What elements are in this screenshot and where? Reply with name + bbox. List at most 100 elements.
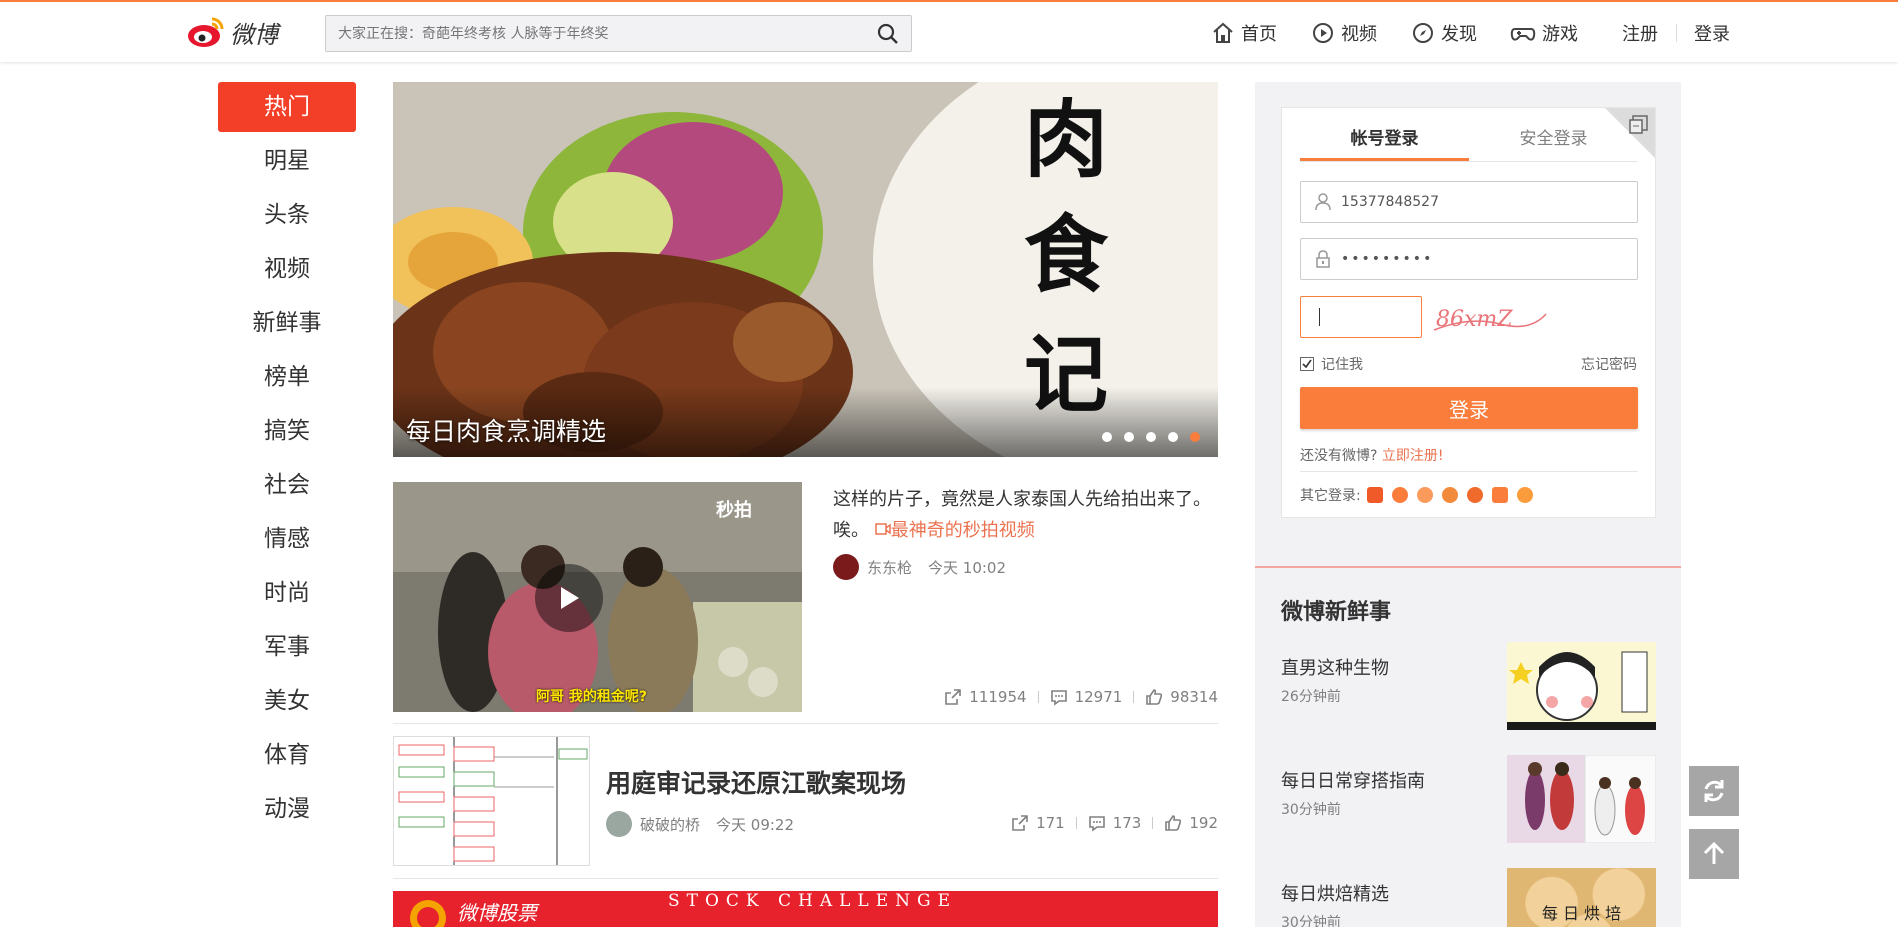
sidebar-item-funny[interactable]: 搞笑 <box>218 406 356 460</box>
carousel-dot-active[interactable] <box>1190 432 1200 442</box>
comment-button[interactable]: 173 <box>1088 814 1141 832</box>
sidebar-item-video[interactable]: 视频 <box>218 244 356 298</box>
video-topic-link-label: 最神奇的秒拍视频 <box>890 520 1035 541</box>
sidebar-item-beauty[interactable]: 美女 <box>218 676 356 730</box>
password-input[interactable] <box>1341 251 1611 267</box>
netease-icon[interactable] <box>1466 487 1483 503</box>
baking-thumb-text: 每 日 烘 培 <box>1541 904 1622 923</box>
sidebar-item-fashion[interactable]: 时尚 <box>218 568 356 622</box>
video-topic-link[interactable]: 最神奇的秒拍视频 <box>874 520 1035 541</box>
hero-caption[interactable]: 每日肉食烹调精选 <box>406 412 606 448</box>
sidebar-item-stars[interactable]: 明星 <box>218 136 356 190</box>
right-panel: 帐号登录 安全登录 86xmZ 记住我 忘记密码 登录 还没有微博? <box>1255 82 1681 927</box>
section-divider <box>1255 566 1681 568</box>
unionpay-icon[interactable] <box>1491 487 1508 503</box>
fresh-item-title[interactable]: 每日日常穿搭指南 <box>1281 767 1425 793</box>
author-name[interactable]: 东东枪 <box>867 557 912 578</box>
fresh-item-title[interactable]: 每日烘焙精选 <box>1281 880 1389 906</box>
fresh-item-time: 30分钟前 <box>1281 802 1341 818</box>
captcha-input[interactable] <box>1300 296 1422 338</box>
username-input[interactable] <box>1341 194 1611 210</box>
fresh-item[interactable]: 每日日常穿搭指南 30分钟前 <box>1281 755 1656 845</box>
comment-count: 12971 <box>1074 688 1123 706</box>
thumbs-up-icon <box>1165 815 1182 831</box>
fresh-item[interactable]: 每日烘焙精选 30分钟前 每 日 烘 培 <box>1281 868 1656 927</box>
nav-home-label: 首页 <box>1241 24 1277 45</box>
outfit-thumbnail[interactable] <box>1507 755 1656 843</box>
video-thumbnail[interactable]: 秒拍 阿哥 我的租金呢? <box>393 482 802 712</box>
comment-button[interactable]: 12971 <box>1050 688 1123 706</box>
like-button[interactable]: 192 <box>1164 814 1218 832</box>
weibo-logo[interactable]: 微博 <box>186 14 278 50</box>
nav-home[interactable]: 首页 <box>1211 18 1277 48</box>
carousel-dot[interactable] <box>1124 432 1134 442</box>
taobao-icon[interactable] <box>1366 487 1383 503</box>
stock-challenge-banner[interactable]: 微博股票 STOCK CHALLENGE <box>393 891 1218 927</box>
fresh-item-title[interactable]: 直男这种生物 <box>1281 654 1389 680</box>
login-link[interactable]: 登录 <box>1694 18 1730 48</box>
tab-account-login[interactable]: 帐号登录 <box>1300 122 1469 161</box>
username-field[interactable] <box>1300 181 1638 223</box>
nav-game[interactable]: 游戏 <box>1510 18 1578 48</box>
forgot-password-link[interactable]: 忘记密码 <box>1581 354 1637 374</box>
back-to-top-button[interactable] <box>1689 829 1739 879</box>
play-icon <box>561 587 579 609</box>
sidebar-item-headlines[interactable]: 头条 <box>218 190 356 244</box>
360-icon[interactable] <box>1441 487 1458 503</box>
play-button[interactable] <box>535 564 603 632</box>
like-button[interactable]: 98314 <box>1145 688 1218 706</box>
stat-divider <box>1133 691 1135 703</box>
search-box[interactable] <box>325 15 912 52</box>
top-navigation-bar: 微博 首页 视频 发现 游戏 注册 登录 <box>0 0 1898 62</box>
text-caret <box>1319 308 1320 326</box>
tianyi-icon[interactable] <box>1416 487 1433 503</box>
sidebar-item-military[interactable]: 军事 <box>218 622 356 676</box>
register-link[interactable]: 注册 <box>1622 18 1658 48</box>
author-name[interactable]: 破破的桥 <box>640 814 700 835</box>
captcha-image[interactable]: 86xmZ <box>1430 296 1550 338</box>
register-now-link[interactable]: 立即注册! <box>1382 448 1444 464</box>
sidebar-item-anime[interactable]: 动漫 <box>218 784 356 838</box>
avatar[interactable] <box>606 811 632 837</box>
article-thumbnail[interactable] <box>393 736 590 866</box>
feed-author[interactable]: 破破的桥 今天 09:22 <box>606 811 794 837</box>
carousel-dot[interactable] <box>1168 432 1178 442</box>
sidebar-item-rankings[interactable]: 榜单 <box>218 352 356 406</box>
fresh-section-title: 微博新鲜事 <box>1281 600 1392 625</box>
password-field[interactable] <box>1300 238 1638 280</box>
share-button[interactable]: 111954 <box>944 688 1027 706</box>
nav-divider <box>1676 24 1677 42</box>
feed-author[interactable]: 东东枪 今天 10:02 <box>833 554 1006 580</box>
sidebar-item-emotion[interactable]: 情感 <box>218 514 356 568</box>
share-button[interactable]: 171 <box>1011 814 1065 832</box>
carousel-dot[interactable] <box>1102 432 1112 442</box>
sidebar-item-hot[interactable]: 热门 <box>218 82 356 132</box>
article-title[interactable]: 用庭审记录还原江歌案现场 <box>606 764 906 800</box>
login-button[interactable]: 登录 <box>1300 387 1638 429</box>
video-link-icon <box>874 523 891 535</box>
nav-discover[interactable]: 发现 <box>1411 18 1477 48</box>
search-icon[interactable] <box>877 23 899 45</box>
weibo-banner-logo-icon <box>410 900 446 927</box>
carousel-dot[interactable] <box>1146 432 1156 442</box>
sidebar-item-sports[interactable]: 体育 <box>218 730 356 784</box>
sidebar-item-society[interactable]: 社会 <box>218 460 356 514</box>
user-icon <box>1315 193 1331 211</box>
nav-video[interactable]: 视频 <box>1311 18 1377 48</box>
sidebar-item-fresh[interactable]: 新鲜事 <box>218 298 356 352</box>
feed-item-text: 这样的片子，竟然是人家泰国人先给拍出来了。唉。 最神奇的秒拍视频 <box>833 484 1218 546</box>
baidu-icon[interactable] <box>1516 487 1533 503</box>
stat-divider <box>1152 817 1154 829</box>
hero-carousel[interactable]: 肉 食 记 每日肉食烹调精选 <box>393 82 1218 457</box>
avatar[interactable] <box>833 554 859 580</box>
comic-thumbnail[interactable] <box>1507 642 1656 730</box>
qq-icon[interactable] <box>1391 487 1408 503</box>
tab-secure-login[interactable]: 安全登录 <box>1469 122 1638 161</box>
refresh-button[interactable] <box>1689 766 1739 816</box>
fresh-item[interactable]: 直男这种生物 26分钟前 <box>1281 642 1656 732</box>
remember-me[interactable]: 记住我 <box>1300 354 1363 374</box>
baking-thumbnail[interactable]: 每 日 烘 培 <box>1507 868 1656 927</box>
search-input[interactable] <box>326 16 856 51</box>
court-record-image <box>394 737 589 865</box>
remember-checkbox[interactable] <box>1300 357 1314 371</box>
